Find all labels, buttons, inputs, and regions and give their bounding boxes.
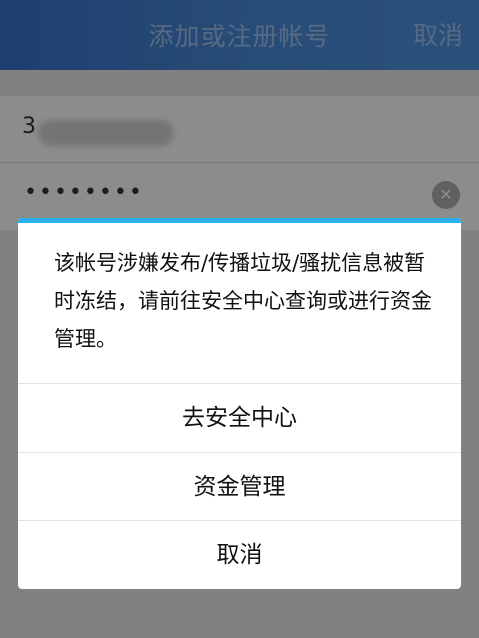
dialog-accent-bar <box>18 218 461 223</box>
dialog-message: 该帐号涉嫌发布/传播垃圾/骚扰信息被暂时冻结，请前往安全中心查询或进行资金管理。 <box>54 251 432 351</box>
go-security-center-button[interactable]: 去安全中心 <box>18 383 461 452</box>
fund-management-button[interactable]: 资金管理 <box>18 452 461 521</box>
dialog-cancel-button[interactable]: 取消 <box>18 520 461 589</box>
account-frozen-dialog: 该帐号涉嫌发布/传播垃圾/骚扰信息被暂时冻结，请前往安全中心查询或进行资金管理。… <box>18 218 461 589</box>
